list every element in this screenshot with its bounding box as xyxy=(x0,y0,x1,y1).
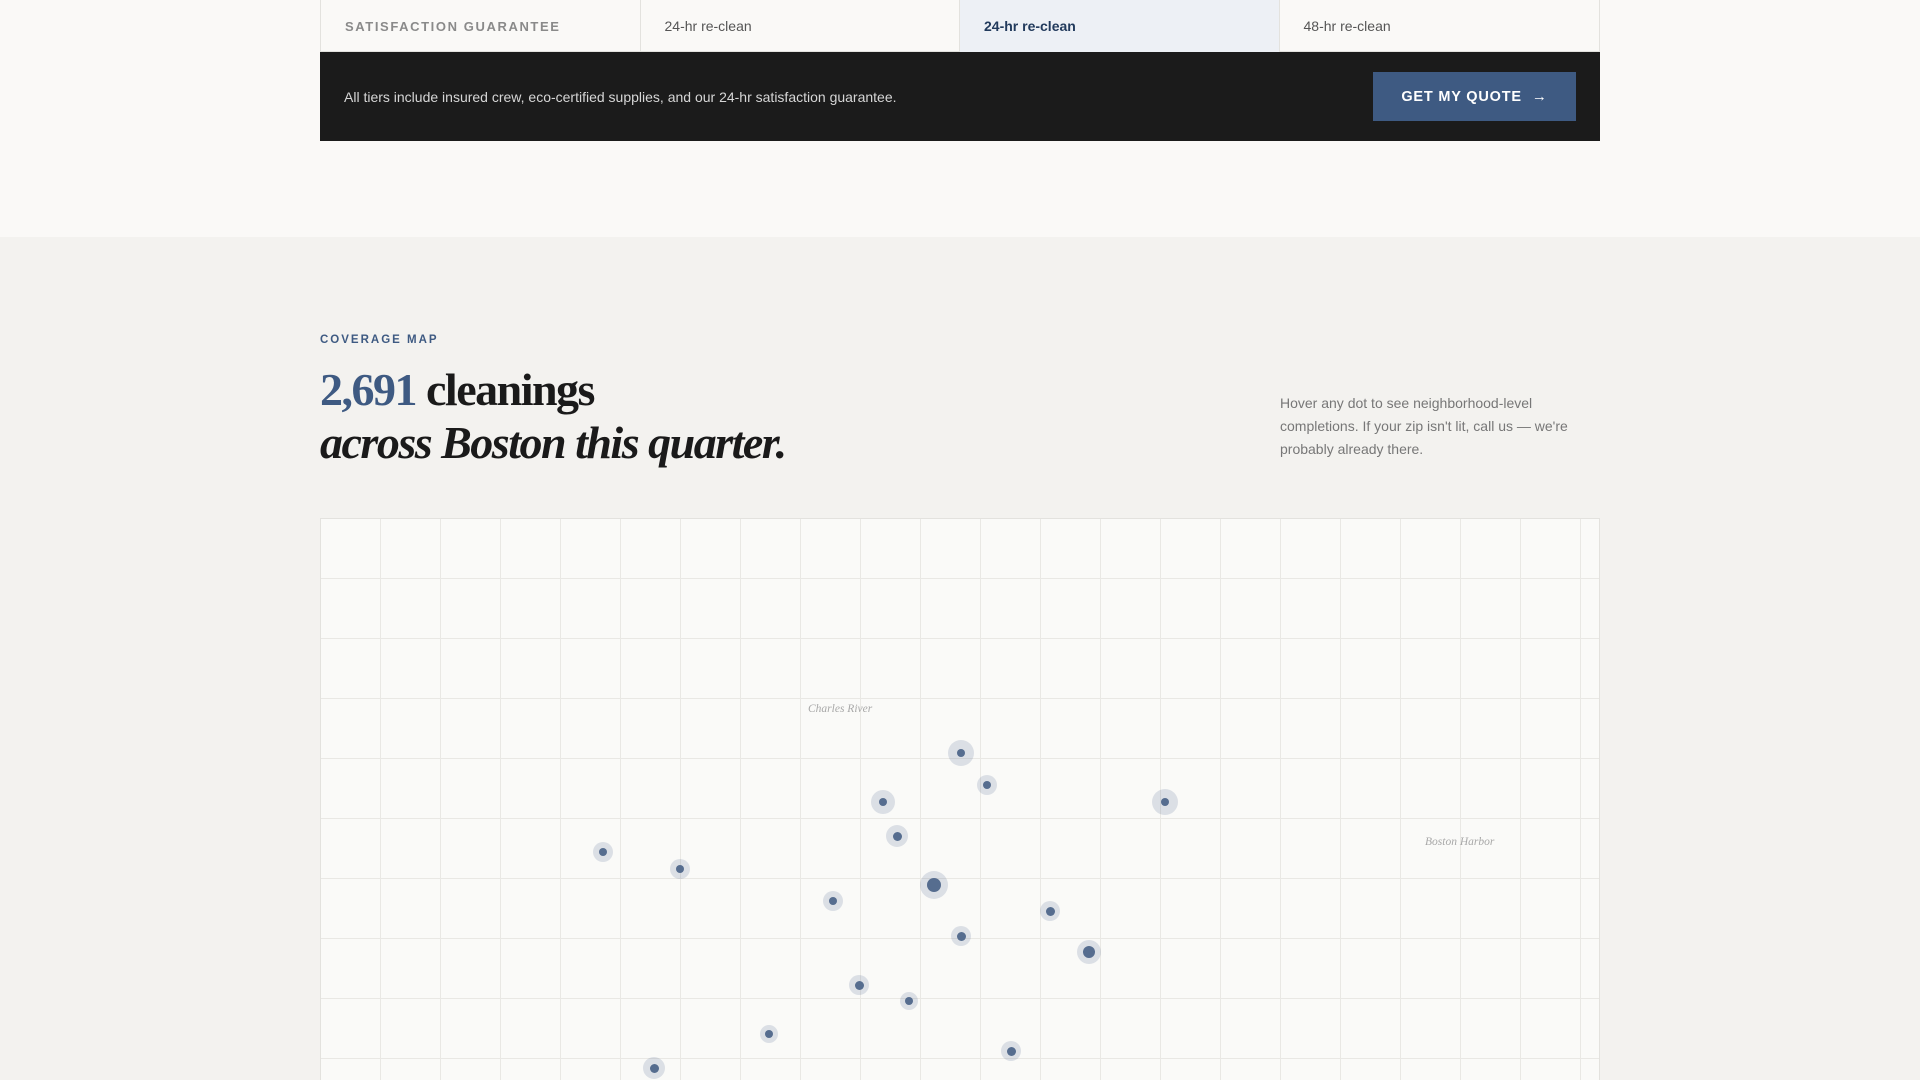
map-dot[interactable] xyxy=(1152,789,1178,815)
guarantee-comparison-row: SATISFACTION GUARANTEE 24-hr re-clean 24… xyxy=(320,0,1600,52)
map-dot[interactable] xyxy=(670,859,690,879)
cleaning-count: 2,691 xyxy=(320,364,418,415)
cta-banner: All tiers include insured crew, eco-cert… xyxy=(320,52,1600,141)
map-dot[interactable] xyxy=(900,992,918,1010)
map-label-boston-harbor: Boston Harbor xyxy=(1425,836,1495,848)
map-dot[interactable] xyxy=(849,975,869,995)
get-quote-label: GET MY QUOTE xyxy=(1401,88,1522,105)
map-dot[interactable] xyxy=(1001,1041,1021,1061)
tier-2-value-highlighted: 24-hr re-clean xyxy=(960,0,1280,52)
get-quote-button[interactable]: GET MY QUOTE → xyxy=(1373,72,1576,121)
coverage-map[interactable]: Charles River Boston Harbor xyxy=(320,518,1600,1080)
map-dot[interactable] xyxy=(593,842,613,862)
tier-3-value: 48-hr re-clean xyxy=(1303,18,1391,34)
map-label-charles-river: Charles River xyxy=(808,703,873,715)
tier-1-value: 24-hr re-clean xyxy=(641,0,960,52)
map-dot[interactable] xyxy=(643,1057,665,1079)
map-dot[interactable] xyxy=(760,1025,778,1043)
row-label: SATISFACTION GUARANTEE xyxy=(321,0,641,52)
arrow-right-icon: → xyxy=(1531,88,1548,105)
map-dot[interactable] xyxy=(977,775,997,795)
map-dot[interactable] xyxy=(886,825,908,847)
map-dot[interactable] xyxy=(951,926,971,946)
map-dot[interactable] xyxy=(948,740,974,766)
map-hint-text: Hover any dot to see neighborhood-level … xyxy=(1280,395,1568,457)
section-eyebrow: COVERAGE MAP xyxy=(320,334,439,346)
map-dot[interactable] xyxy=(920,871,948,899)
headline-rest: cleanings xyxy=(416,364,595,415)
map-dot[interactable] xyxy=(1077,940,1101,964)
map-dot[interactable] xyxy=(823,891,843,911)
map-dot[interactable] xyxy=(871,790,895,814)
banner-text: All tiers include insured crew, eco-cert… xyxy=(344,88,897,105)
map-dot[interactable] xyxy=(1040,901,1060,921)
